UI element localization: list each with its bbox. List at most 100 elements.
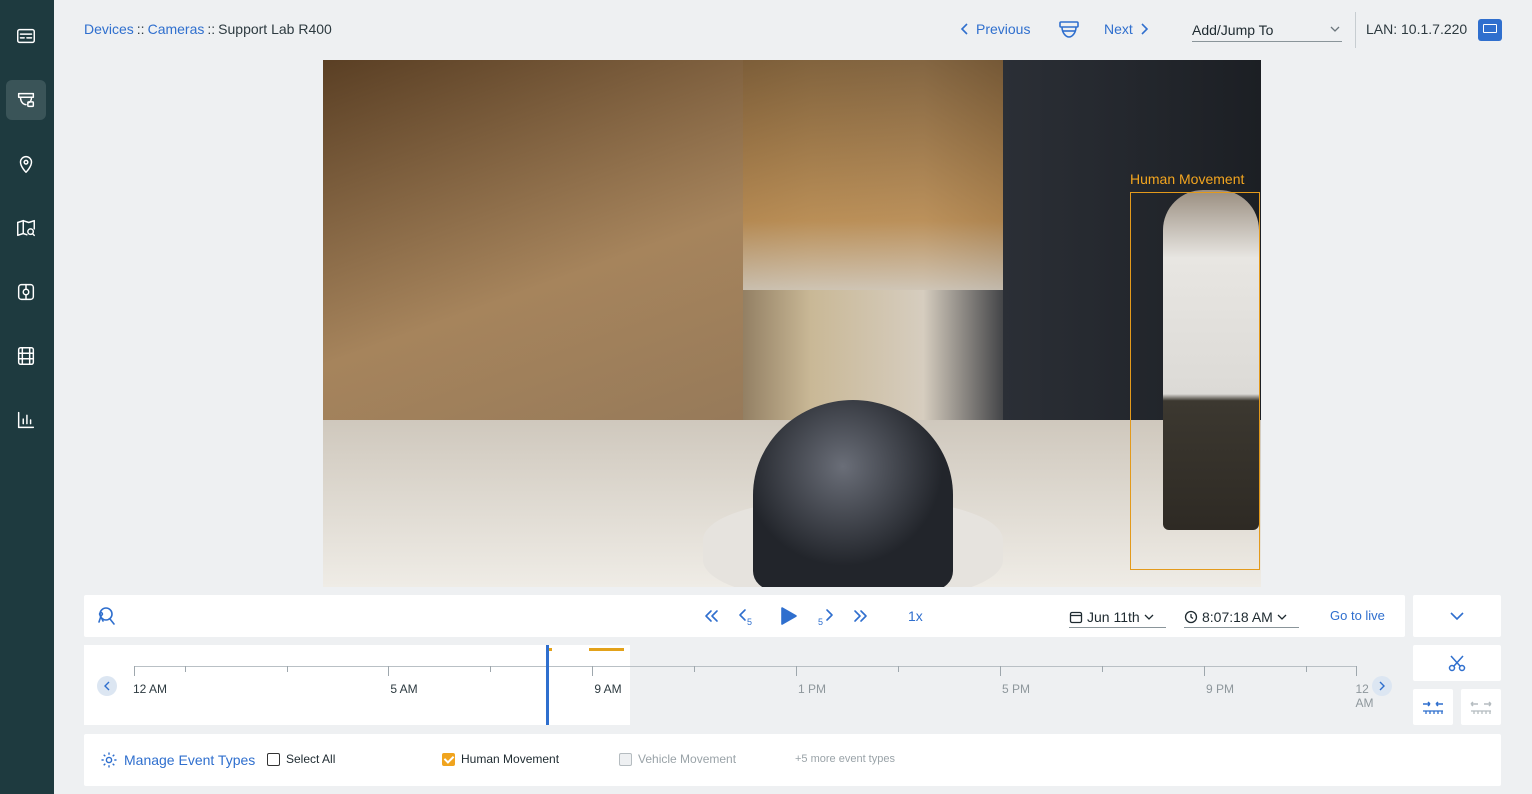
manage-event-types-label: Manage Event Types [124, 752, 256, 768]
fast-forward-icon[interactable] [850, 605, 872, 627]
expand-icon [1470, 701, 1492, 714]
collapse-button[interactable] [1413, 595, 1501, 637]
checkbox-checked[interactable] [442, 752, 455, 766]
timeline-tick-label: 5 PM [1001, 682, 1031, 696]
timeline-minor-tick [490, 666, 491, 672]
chevron-down-icon [1144, 614, 1154, 620]
event-types-bar: Manage Event Types Select All Human Move… [84, 734, 1501, 786]
timeline-tick [796, 666, 797, 676]
event-marker[interactable] [589, 648, 624, 651]
time-select[interactable]: 8:07:18 AM [1184, 606, 1299, 628]
timeline-tick [134, 666, 135, 676]
detection-box [1130, 192, 1260, 570]
playback-controls: 5 5 1x Jun 11th 8:07:18 AM Go to live [84, 595, 1405, 637]
timeline-axis [134, 666, 1356, 667]
sidebar [0, 0, 54, 794]
checkbox-disabled [619, 752, 632, 766]
timeline-tick [1204, 666, 1205, 676]
select-all-label: Select All [286, 752, 336, 766]
zoom-out-timeline-button[interactable] [1461, 689, 1501, 725]
add-jump-select[interactable]: Add/Jump To [1192, 22, 1342, 42]
chevron-down-icon [1450, 612, 1464, 621]
playhead[interactable] [546, 645, 549, 725]
timeline-prev-button[interactable] [97, 676, 117, 696]
camera-icon[interactable] [6, 80, 46, 120]
svg-text:5: 5 [747, 617, 752, 627]
chevron-down-icon [1277, 614, 1287, 620]
timeline-tick [388, 666, 389, 676]
breadcrumb-devices[interactable]: Devices [84, 21, 134, 37]
dashboard-icon[interactable] [6, 16, 46, 56]
previous-button[interactable]: Previous [960, 21, 1030, 37]
video-player[interactable]: Human Movement [323, 60, 1261, 587]
event-type-vehicle-movement: Vehicle Movement [619, 752, 736, 766]
clock-icon [1184, 610, 1198, 623]
timeline-minor-tick [1306, 666, 1307, 672]
dome-camera-icon[interactable] [1058, 20, 1080, 40]
video-scene-ceiling [743, 60, 1023, 290]
time-value: 8:07:18 AM [1202, 608, 1273, 625]
chevron-right-icon [1141, 23, 1148, 35]
more-event-types[interactable]: +5 more event types [795, 753, 895, 765]
clip-button[interactable] [1413, 645, 1501, 681]
play-icon[interactable] [777, 605, 799, 627]
checkbox[interactable] [267, 752, 280, 766]
breadcrumb-cameras[interactable]: Cameras [148, 21, 205, 37]
add-jump-label: Add/Jump To [1192, 22, 1274, 38]
location-pin-icon[interactable] [6, 144, 46, 184]
event-type-human-movement[interactable]: Human Movement [442, 752, 559, 766]
timeline-tick-label: 9 AM [594, 682, 622, 696]
scissors-icon [1448, 655, 1466, 672]
access-control-icon[interactable] [6, 272, 46, 312]
timeline-minor-tick [185, 666, 186, 672]
select-all-checkbox[interactable]: Select All [267, 752, 335, 766]
timeline-minor-tick [287, 666, 288, 672]
gear-icon [101, 752, 117, 768]
breadcrumb-camera: Support Lab R400 [218, 21, 332, 37]
chevron-down-icon [1330, 26, 1340, 32]
date-value: Jun 11th [1087, 608, 1140, 625]
timeline-tick-label: 12 AM [132, 682, 168, 696]
ethernet-icon[interactable] [1478, 19, 1502, 41]
timeline-tick-label: 5 AM [390, 682, 418, 696]
timeline-minor-tick [898, 666, 899, 672]
chevron-left-icon [104, 681, 110, 691]
bar-chart-icon[interactable] [6, 400, 46, 440]
map-search-icon[interactable] [6, 208, 46, 248]
timeline-tick-label: 9 PM [1205, 682, 1235, 696]
go-to-live-button[interactable]: Go to live [1330, 608, 1385, 623]
next-label: Next [1104, 21, 1133, 37]
timeline-tick-label: 1 PM [797, 682, 827, 696]
timeline-tick-label: 12 AM [1355, 682, 1374, 710]
timeline-tick [1356, 666, 1357, 676]
event-type-label: Human Movement [461, 752, 560, 766]
forward-5-icon[interactable]: 5 [814, 605, 836, 627]
svg-text:5: 5 [818, 617, 823, 627]
divider [1355, 12, 1356, 48]
detection-label: Human Movement [1130, 171, 1245, 187]
previous-label: Previous [976, 21, 1031, 37]
lan-address: LAN: 10.1.7.220 [1366, 21, 1468, 37]
playback-speed[interactable]: 1x [908, 608, 923, 624]
timeline-tick [592, 666, 593, 676]
video-scene-camera-dome [753, 400, 953, 587]
breadcrumb-separator: :: [207, 21, 216, 37]
film-icon[interactable] [6, 336, 46, 376]
person-search-icon[interactable] [94, 605, 116, 627]
zoom-in-timeline-button[interactable] [1413, 689, 1453, 725]
timeline-minor-tick [694, 666, 695, 672]
timeline[interactable]: 12 AM 5 AM 9 AM 1 PM 5 PM 9 PM 12 AM [84, 645, 1405, 725]
chevron-left-icon [960, 23, 968, 35]
timeline-minor-tick [1102, 666, 1103, 672]
date-select[interactable]: Jun 11th [1069, 606, 1166, 628]
next-button[interactable]: Next [1104, 21, 1149, 37]
manage-event-types-button[interactable]: Manage Event Types [100, 751, 255, 769]
calendar-icon [1069, 611, 1083, 623]
compress-icon [1423, 701, 1443, 714]
breadcrumb-separator: :: [136, 21, 145, 37]
rewind-icon[interactable] [700, 605, 722, 627]
event-type-label: Vehicle Movement [638, 752, 737, 766]
back-5-icon[interactable]: 5 [736, 605, 758, 627]
timeline-tick [1000, 666, 1001, 676]
breadcrumb: Devices:: Cameras:: Support Lab R400 [84, 21, 332, 37]
